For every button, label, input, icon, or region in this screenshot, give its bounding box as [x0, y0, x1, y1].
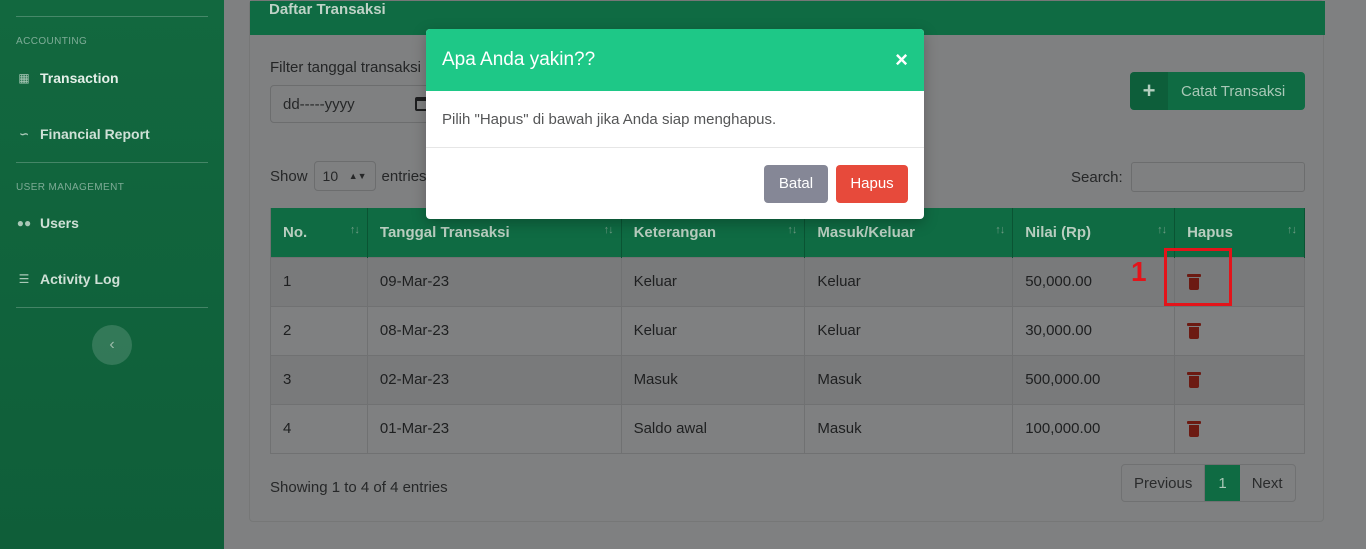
sidebar-item-label: Users: [40, 215, 79, 231]
sidebar-heading-user-management: USER MANAGEMENT: [16, 182, 125, 193]
table-row: 1 09-Mar-23 Keluar Keluar 50,000.00: [270, 256, 1305, 306]
chart-area-icon: ∽: [18, 127, 30, 141]
cell-masuk-keluar: Masuk: [804, 354, 1014, 404]
sidebar-item-activity-log[interactable]: ☰ Activity Log: [16, 271, 121, 287]
table-row: 2 08-Mar-23 Keluar Keluar 30,000.00: [270, 305, 1305, 355]
users-icon: ●●: [16, 216, 32, 230]
cell-nilai: 50,000.00: [1012, 256, 1176, 306]
date-placeholder: dd-----yyyy: [283, 95, 355, 113]
column-header[interactable]: No. ↑↓: [270, 208, 368, 257]
annotation-number-1: 1: [1131, 256, 1147, 287]
updown-icon: ▲▼: [348, 171, 367, 181]
table-row: 3 02-Mar-23 Masuk Masuk 500,000.00: [270, 354, 1305, 404]
modal-body: Pilih "Hapus" di bawah jika Anda siap me…: [426, 91, 924, 148]
cell-hapus: [1174, 305, 1305, 355]
plus-icon: +: [1130, 72, 1168, 110]
cell-date: 01-Mar-23: [367, 403, 622, 454]
cell-masuk-keluar: Keluar: [804, 256, 1014, 306]
cell-keterangan: Keluar: [621, 305, 806, 355]
sidebar-heading-accounting: ACCOUNTING: [16, 36, 88, 47]
cell-keterangan: Masuk: [621, 354, 806, 404]
cell-no: 2: [270, 305, 368, 355]
modal-title: Apa Anda yakin??: [442, 49, 596, 70]
cell-date: 08-Mar-23: [367, 305, 622, 355]
chevron-left-icon: ‹: [109, 336, 115, 353]
previous-button[interactable]: Previous: [1122, 465, 1206, 501]
annotation-box-step-1: [1164, 248, 1232, 306]
cell-no: 3: [270, 354, 368, 404]
cell-no: 4: [270, 403, 368, 454]
page-1-button[interactable]: 1: [1205, 465, 1240, 501]
sidebar-item-label: Financial Report: [40, 126, 150, 142]
confirm-delete-modal: Apa Anda yakin?? × Pilih "Hapus" di bawa…: [426, 29, 924, 219]
transaction-table: No. ↑↓ Tanggal Transaksi ↑↓ Keterangan ↑↓ M…: [270, 208, 1305, 454]
cell-hapus: [1174, 403, 1305, 454]
sort-icon: ↑↓: [1287, 224, 1297, 236]
cell-date: 09-Mar-23: [367, 256, 622, 306]
close-icon[interactable]: ×: [895, 47, 908, 73]
column-header[interactable]: Nilai (Rp) ↑↓: [1012, 208, 1176, 257]
sort-icon: ↑↓: [995, 224, 1005, 236]
sort-icon: ↑↓: [349, 224, 360, 236]
cell-hapus: [1174, 354, 1305, 404]
cell-keterangan: Saldo awal: [621, 403, 806, 454]
modal-footer: Batal Hapus: [426, 148, 924, 219]
sidebar-item-financial-report[interactable]: ∽ Financial Report: [16, 126, 150, 142]
cell-nilai: 30,000.00: [1012, 305, 1176, 355]
show-label: Show: [270, 167, 308, 185]
table-row: 4 01-Mar-23 Saldo awal Masuk 100,000.00: [270, 403, 1305, 454]
show-entries-control: Show 10 ▲▼ entries: [270, 161, 427, 191]
catat-transaksi-button[interactable]: + Catat Transaksi: [1130, 72, 1305, 110]
entries-label: entries: [381, 167, 427, 185]
trash-icon[interactable]: [1187, 372, 1202, 389]
date-filter-input[interactable]: dd-----yyyy: [270, 85, 442, 123]
search-label: Search:: [1071, 168, 1123, 186]
confirm-delete-button[interactable]: Hapus: [836, 164, 908, 203]
sort-icon: ↑↓: [1157, 224, 1167, 236]
sidebar-divider: [16, 162, 208, 163]
cell-nilai: 500,000.00: [1012, 354, 1176, 404]
sidebar-divider: [16, 16, 208, 17]
list-icon: ☰: [18, 272, 30, 286]
next-button[interactable]: Next: [1240, 465, 1295, 501]
receipt-icon: ▦: [18, 71, 30, 85]
sidebar: ACCOUNTING ▦ Transaction ∽ Financial Rep…: [0, 0, 224, 549]
cell-nilai: 100,000.00: [1012, 403, 1176, 454]
trash-icon[interactable]: [1187, 323, 1202, 340]
modal-header: Apa Anda yakin?? ×: [426, 29, 924, 91]
sidebar-item-transaction[interactable]: ▦ Transaction: [16, 70, 119, 86]
cell-masuk-keluar: Keluar: [804, 305, 1014, 355]
card-title: Daftar Transaksi: [269, 1, 386, 18]
search-control: Search:: [1071, 162, 1305, 192]
cell-date: 02-Mar-23: [367, 354, 622, 404]
sort-icon: ↑↓: [603, 224, 614, 236]
table-info: Showing 1 to 4 of 4 entries: [270, 479, 448, 496]
entries-length-select[interactable]: 10 ▲▼: [313, 161, 376, 191]
trash-icon[interactable]: [1187, 421, 1202, 438]
filter-label: Filter tanggal transaksi: [270, 59, 421, 76]
modal-message: Pilih "Hapus" di bawah jika Anda siap me…: [442, 110, 777, 128]
search-input[interactable]: [1130, 162, 1305, 192]
length-value: 10: [322, 168, 339, 184]
sidebar-item-label: Transaction: [40, 70, 119, 86]
sidebar-item-label: Activity Log: [40, 271, 121, 287]
sidebar-toggle-button[interactable]: ‹: [92, 325, 132, 365]
pagination: Previous 1 Next: [1121, 464, 1296, 502]
sidebar-divider: [16, 307, 208, 308]
sidebar-item-users[interactable]: ●● Users: [16, 215, 79, 231]
cell-no: 1: [270, 256, 368, 306]
cell-keterangan: Keluar: [621, 256, 806, 306]
sort-icon: ↑↓: [787, 224, 797, 236]
cancel-button[interactable]: Batal: [764, 164, 828, 203]
cell-masuk-keluar: Masuk: [804, 403, 1014, 454]
catat-transaksi-label: Catat Transaksi: [1181, 82, 1286, 100]
